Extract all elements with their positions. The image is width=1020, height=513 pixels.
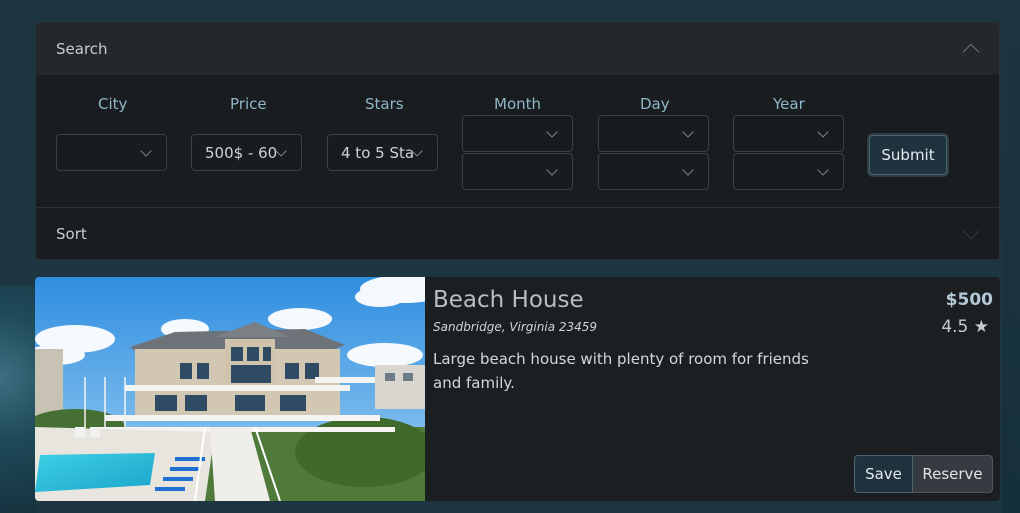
listing-description: Large beach house with plenty of room fo… [433,350,809,392]
year-label: Year [773,95,805,113]
background-decoration [0,286,36,513]
filter-accordion: Search City Price Stars Month Day Year 5… [35,22,1000,260]
search-panel: City Price Stars Month Day Year 500$ - 6… [36,75,999,208]
listing-card: Beach House Sandbridge, Virginia 23459 L… [35,277,1000,501]
listing-rating: 4.5 ★ [941,317,989,337]
chevron-down-icon [140,145,152,157]
stars-select[interactable]: 4 to 5 Stars [327,134,438,171]
sort-accordion-header[interactable]: Sort [36,208,999,259]
chevron-down-icon [546,126,558,138]
listing-title: Beach House [433,287,584,313]
chevron-down-icon [682,126,694,138]
city-label: City [98,95,128,113]
day-label: Day [640,95,670,113]
chevron-down-icon [817,126,829,138]
chevron-down-icon [546,164,558,176]
chevron-down-icon[interactable] [962,222,980,240]
price-select-value: 500$ - 600$ [205,144,277,162]
day-end-select[interactable] [598,153,709,190]
year-start-select[interactable] [733,115,844,152]
reserve-button[interactable]: Reserve [913,455,993,493]
search-title: Search [56,40,108,58]
submit-button[interactable]: Submit [869,135,947,175]
stars-label: Stars [365,95,404,113]
chevron-up-icon[interactable] [962,43,980,61]
day-start-select[interactable] [598,115,709,152]
listing-address: Sandbridge, Virginia 23459 [433,320,598,334]
stars-select-value: 4 to 5 Stars [341,144,413,162]
listing-actions: Save Reserve [854,455,993,493]
chevron-down-icon [275,145,287,157]
chevron-down-icon [411,145,423,157]
month-start-select[interactable] [462,115,573,152]
month-end-select[interactable] [462,153,573,190]
price-select[interactable]: 500$ - 600$ [191,134,302,171]
chevron-down-icon [682,164,694,176]
chevron-down-icon [817,164,829,176]
save-button[interactable]: Save [854,455,913,493]
beach-house-image [35,277,425,501]
year-end-select[interactable] [733,153,844,190]
sort-title: Sort [56,225,87,243]
listing-photo [35,277,425,501]
price-label: Price [230,95,267,113]
month-label: Month [494,95,542,113]
listing-price: $500 [945,290,993,310]
city-select[interactable] [56,134,167,171]
search-accordion-header[interactable]: Search [36,23,999,75]
background-edge [1002,0,1020,513]
